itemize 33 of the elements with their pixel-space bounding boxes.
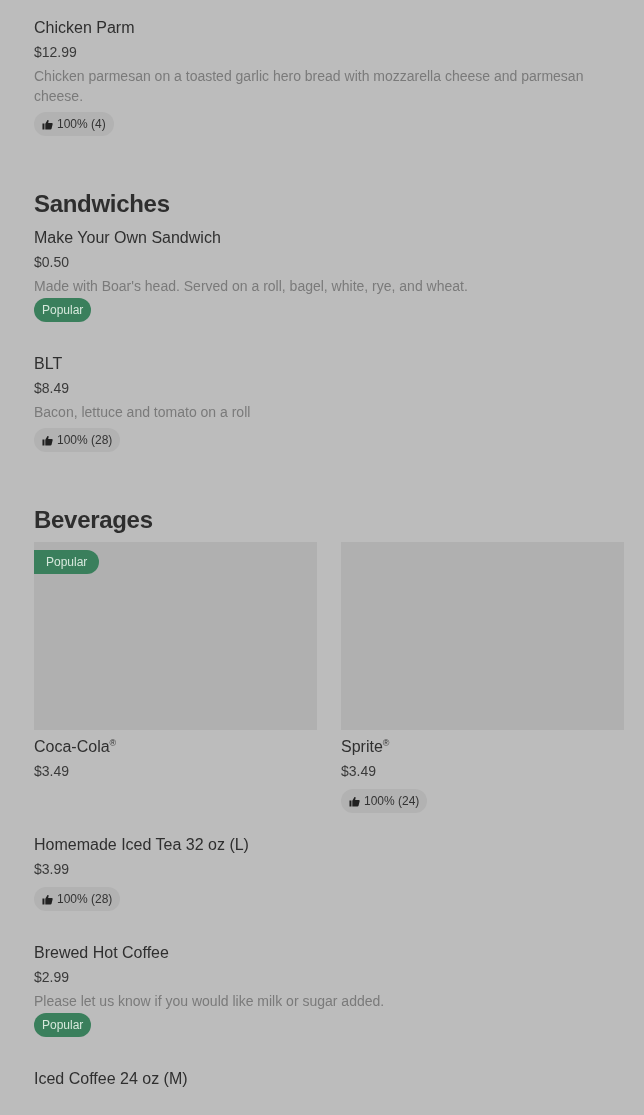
rating-badge: 100% (28) xyxy=(34,428,121,452)
rating-badge: 100% (24) xyxy=(341,789,428,814)
item-price: $12.99 xyxy=(34,43,78,62)
thumbs-up-icon xyxy=(349,795,360,807)
popular-badge: Popular xyxy=(34,298,92,322)
item-price: $8.49 xyxy=(34,379,71,398)
thumbs-up-icon xyxy=(42,434,53,446)
item-name: Sprite$^{®}$ xyxy=(341,737,391,758)
item-name: Iced Coffee 24 oz (M) xyxy=(34,1069,189,1090)
item-name: Chicken Parm xyxy=(34,18,136,38)
item-price: $3.49 xyxy=(341,762,378,782)
item-description: Bacon, lettuce and tomato on a roll xyxy=(34,403,252,422)
item-description: Please let us know if you would like milk or sugar added. xyxy=(34,992,386,1012)
popular-badge: Popular xyxy=(34,550,100,574)
item-price: $2.99 xyxy=(34,968,71,988)
item-name: Make Your Own Sandwich xyxy=(34,228,222,248)
image-placeholder[interactable]: Popular xyxy=(34,542,317,730)
section-heading: Sandwiches xyxy=(34,189,171,219)
popular-badge: Popular xyxy=(34,1013,92,1038)
rating-badge: 100% (28) xyxy=(34,887,121,912)
section-heading: Beverages xyxy=(34,505,154,535)
thumbs-up-icon xyxy=(42,893,53,905)
item-name: Coca-Cola$^{®}$ xyxy=(34,737,118,758)
item-price: $3.99 xyxy=(34,860,71,880)
item-price: $0.50 xyxy=(34,253,71,272)
item-description: Made with Boar's head. Served on a roll, bagel, white, rye, and wheat. xyxy=(34,277,469,296)
item-price: $3.49 xyxy=(34,762,71,782)
thumbs-up-icon xyxy=(42,118,53,130)
item-description: Chicken parmesan on a toasted garlic hero bread with mozzarella cheese and parmesan cheese. xyxy=(34,67,585,106)
item-name: Homemade Iced Tea 32 oz (L) xyxy=(34,835,250,856)
item-name: Brewed Hot Coffee xyxy=(34,943,170,964)
item-name: BLT xyxy=(34,354,64,374)
rating-badge: 100% (4) xyxy=(34,112,114,136)
